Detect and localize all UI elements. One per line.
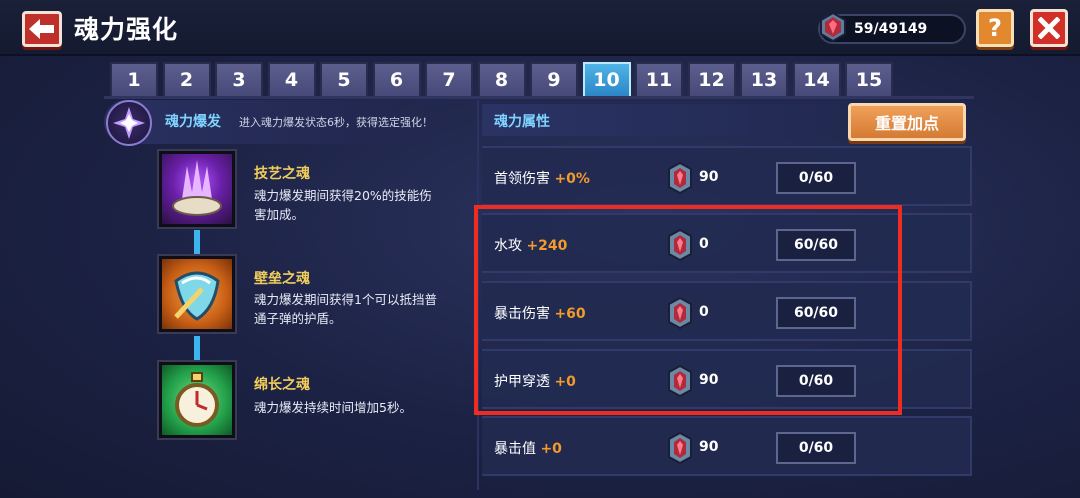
tab-7[interactable]: 7 xyxy=(425,62,473,96)
attribute-level-button[interactable]: 0/60 xyxy=(776,432,856,464)
tab-4[interactable]: 4 xyxy=(267,62,316,96)
currency-value: 59/49149 xyxy=(854,21,928,37)
burst-crystal-icon xyxy=(106,100,152,146)
tab-underline xyxy=(104,96,974,99)
soul-gem-icon xyxy=(668,431,692,468)
tab-2[interactable]: 2 xyxy=(162,62,211,96)
purple-crystal-icon[interactable] xyxy=(159,151,235,227)
skill-description-2-line1: 魂力爆发期间获得1个可以抵挡普 xyxy=(254,292,437,307)
tab-9[interactable]: 9 xyxy=(530,62,578,96)
close-icon xyxy=(1038,17,1060,39)
page-title: 魂力强化 xyxy=(74,15,179,44)
attribute-name: 首领伤害 xyxy=(494,171,550,187)
attribute-bonus: +0 xyxy=(540,441,562,457)
skill-description-1-line2: 害加成。 xyxy=(254,207,305,222)
top-bar: 魂力强化 59/49149 ? xyxy=(0,0,1080,56)
skill-name-1: 技艺之魂 xyxy=(254,166,310,182)
stopwatch-icon[interactable] xyxy=(159,362,235,438)
attribute-cost: 90 xyxy=(699,169,719,185)
soul-currency-display: 59/49149 xyxy=(818,11,966,46)
tab-12[interactable]: 12 xyxy=(687,62,736,96)
tab-8[interactable]: 8 xyxy=(477,62,526,96)
skill-description-2: 魂力爆发期间获得1个可以抵挡普 通子弹的护盾。 xyxy=(254,290,479,328)
tab-1[interactable]: 1 xyxy=(110,62,158,96)
skill-description-3: 魂力爆发持续时间增加5秒。 xyxy=(254,398,479,417)
skill-description-1: 魂力爆发期间获得20%的技能伤 害加成。 xyxy=(254,186,479,224)
tab-10[interactable]: 10 xyxy=(582,62,631,96)
skill-connector xyxy=(194,230,200,254)
skill-name-3: 绵长之魂 xyxy=(254,377,310,393)
skill-description-2-line2: 通子弹的护盾。 xyxy=(254,311,342,326)
attribute-row: 首领伤害 +0% 90 0/60 xyxy=(482,146,972,206)
attribute-row: 暴击值 +0 90 0/60 xyxy=(482,416,972,476)
soul-gem-icon xyxy=(818,11,848,46)
soul-gem-icon xyxy=(668,161,692,198)
skill-description-3-line1: 魂力爆发持续时间增加5秒。 xyxy=(254,400,412,415)
attribute-cost: 90 xyxy=(699,439,719,455)
tab-14[interactable]: 14 xyxy=(792,62,841,96)
shield-icon[interactable] xyxy=(159,256,235,332)
tab-3[interactable]: 3 xyxy=(215,62,263,96)
highlight-box xyxy=(474,205,902,415)
attributes-title: 魂力属性 xyxy=(494,114,550,130)
skill-name-2: 壁垒之魂 xyxy=(254,271,310,287)
attribute-label: 首领伤害 +0% xyxy=(494,168,590,188)
tab-6[interactable]: 6 xyxy=(372,62,421,96)
help-button[interactable]: ? xyxy=(976,9,1014,47)
attribute-bonus: +0% xyxy=(554,171,590,187)
skill-description-1-line1: 魂力爆发期间获得20%的技能伤 xyxy=(254,188,432,203)
tab-11[interactable]: 11 xyxy=(635,62,683,96)
back-arrow-icon xyxy=(29,19,54,39)
level-tabs: 1 2 3 4 5 6 7 8 9 10 11 12 13 14 15 xyxy=(110,62,898,96)
tab-13[interactable]: 13 xyxy=(740,62,788,96)
burst-description: 进入魂力爆发状态6秒，获得选定强化！ xyxy=(239,116,433,129)
question-mark-icon: ? xyxy=(988,14,1002,42)
reset-points-button[interactable]: 重置加点 xyxy=(848,103,966,141)
tab-5[interactable]: 5 xyxy=(320,62,368,96)
tab-15[interactable]: 15 xyxy=(845,62,893,96)
burst-name: 魂力爆发 xyxy=(165,114,221,130)
skill-connector xyxy=(194,336,200,360)
attribute-level-button[interactable]: 0/60 xyxy=(776,162,856,194)
attribute-label: 暴击值 +0 xyxy=(494,438,562,458)
back-button[interactable] xyxy=(22,11,62,47)
close-button[interactable] xyxy=(1030,9,1068,47)
attribute-name: 暴击值 xyxy=(494,441,536,457)
